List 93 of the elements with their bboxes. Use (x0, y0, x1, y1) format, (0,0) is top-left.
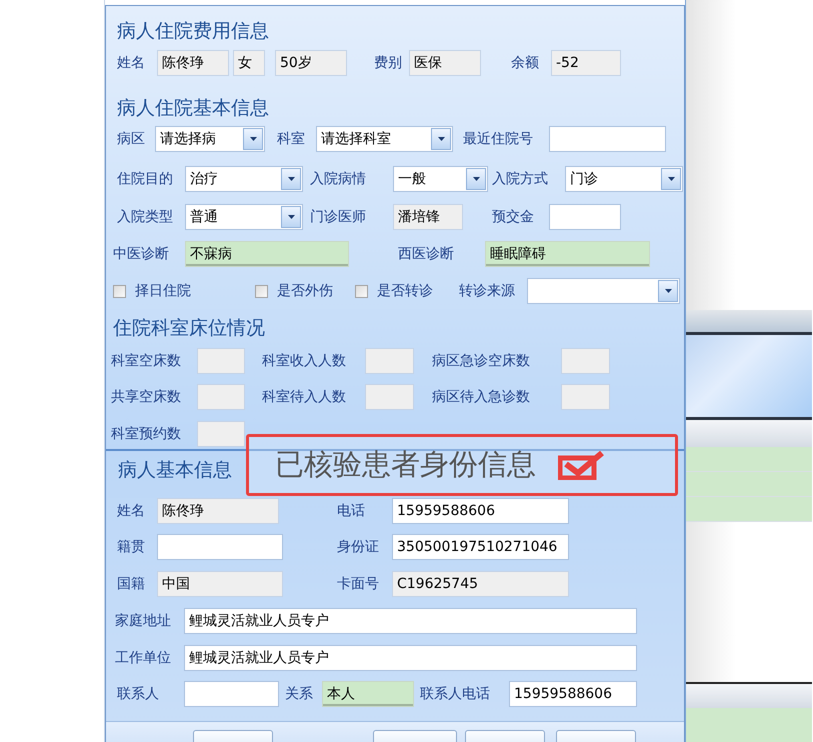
dropdown-field[interactable] (527, 278, 680, 304)
readonly-field (197, 384, 245, 410)
dropdown-button[interactable] (661, 168, 681, 190)
section-title: 住院科室床位情况 (113, 316, 265, 341)
field-label: 最近住院号 (463, 130, 533, 148)
section-title: 病人基本信息 (118, 458, 232, 483)
field-label: 住院目的 (117, 170, 173, 188)
caret-icon (250, 137, 256, 141)
readonly-field: C19625745 (392, 571, 569, 597)
field-label: 门诊医师 (310, 208, 366, 226)
field-label: 余额 (511, 54, 539, 72)
field-label: 费别 (374, 54, 402, 72)
readonly-field (365, 384, 414, 410)
readonly-field (365, 348, 414, 374)
field-label: 姓名 (117, 54, 145, 72)
field-label: 身份证 (337, 538, 379, 556)
field-label: 科室待入人数 (262, 388, 346, 406)
checkbox-label: 是否外伤 (277, 282, 333, 300)
text-field[interactable] (184, 681, 279, 707)
field-label: 西医诊断 (398, 245, 454, 263)
dropdown-field[interactable]: 请选择科室 (316, 126, 453, 152)
field-label: 卡面号 (337, 575, 379, 593)
caret-icon (438, 137, 444, 141)
caret-icon (664, 289, 672, 293)
readonly-field (197, 348, 245, 374)
text-field[interactable] (157, 534, 283, 560)
caret-icon (288, 177, 294, 181)
dropdown-button[interactable] (431, 128, 451, 150)
field-label: 国籍 (117, 575, 145, 593)
readonly-field: -52 (551, 50, 621, 76)
section-title: 病人住院费用信息 (117, 19, 269, 44)
readonly-field: 陈佟琤 (157, 50, 229, 76)
dropdown-field[interactable]: 一般 (393, 166, 488, 192)
checkbox[interactable] (255, 284, 268, 298)
caret-icon (288, 215, 294, 219)
text-field[interactable] (549, 126, 666, 152)
caret-icon (472, 177, 480, 181)
field-label: 入院病情 (310, 170, 366, 188)
readonly-field: 中国 (157, 571, 283, 597)
section-title: 病人住院基本信息 (117, 96, 269, 121)
dropdown-button[interactable] (658, 280, 678, 302)
dropdown-button[interactable] (281, 206, 301, 228)
field-label: 科室预约数 (111, 425, 181, 443)
field-label: 联系人电话 (420, 685, 490, 703)
field-label: 入院类型 (117, 208, 173, 226)
field-label: 入院方式 (492, 170, 548, 188)
field-label: 联系人 (117, 685, 159, 703)
field-label: 转诊来源 (459, 282, 515, 300)
field-label: 电话 (337, 502, 365, 520)
field-label: 姓名 (117, 502, 145, 520)
text-field[interactable]: 15959588606 (392, 498, 569, 524)
field-label: 家庭地址 (115, 612, 171, 630)
text-field[interactable]: 350500197510271046 (392, 534, 569, 560)
field-label: 中医诊断 (113, 245, 169, 263)
field-label: 科室空床数 (111, 352, 181, 370)
annotation-text: 已核验患者身份信息 (275, 446, 536, 483)
readonly-field: 陈佟琤 (157, 498, 279, 524)
field-label: 科室 (277, 130, 305, 148)
readonly-field: 女 (233, 50, 265, 76)
field-label: 籍贯 (117, 538, 145, 556)
caret-icon (668, 177, 674, 181)
highlighted-field[interactable]: 本人 (322, 681, 414, 707)
checkbox[interactable] (355, 284, 368, 298)
highlighted-field[interactable]: 不寐病 (185, 241, 349, 267)
dropdown-field[interactable]: 治疗 (185, 166, 303, 192)
text-field[interactable]: 鲤城灵活就业人员专户 (184, 645, 637, 671)
field-label: 关系 (285, 685, 313, 703)
field-label: 病区待入急诊数 (432, 388, 530, 406)
highlighted-field[interactable]: 睡眠障碍 (485, 241, 650, 267)
dropdown-field[interactable]: 门诊 (565, 166, 683, 192)
readonly-field (561, 348, 610, 374)
text-field[interactable]: 鲤城灵活就业人员专户 (184, 608, 637, 634)
field-label: 病区 (117, 130, 145, 148)
dropdown-button[interactable] (243, 128, 263, 150)
field-label: 病区急诊空床数 (432, 352, 530, 370)
dropdown-button[interactable] (466, 168, 486, 190)
field-label: 共享空床数 (111, 388, 181, 406)
field-label: 预交金 (492, 208, 534, 226)
text-field[interactable] (549, 204, 621, 230)
checkbox[interactable] (113, 284, 126, 298)
checkbox-label: 是否转诊 (377, 282, 433, 300)
text-field[interactable]: 15959588606 (509, 681, 637, 707)
readonly-field (197, 421, 245, 447)
field-label: 工作单位 (115, 649, 171, 667)
dropdown-field[interactable]: 普通 (185, 204, 303, 230)
readonly-field (561, 384, 610, 410)
readonly-field: 潘培锋 (393, 204, 463, 230)
checkbox-label: 择日住院 (135, 282, 191, 300)
dropdown-button[interactable] (281, 168, 301, 190)
field-label: 科室收入人数 (262, 352, 346, 370)
readonly-field: 50岁 (275, 50, 347, 76)
readonly-field: 医保 (409, 50, 481, 76)
dropdown-field[interactable]: 请选择病 (155, 126, 265, 152)
